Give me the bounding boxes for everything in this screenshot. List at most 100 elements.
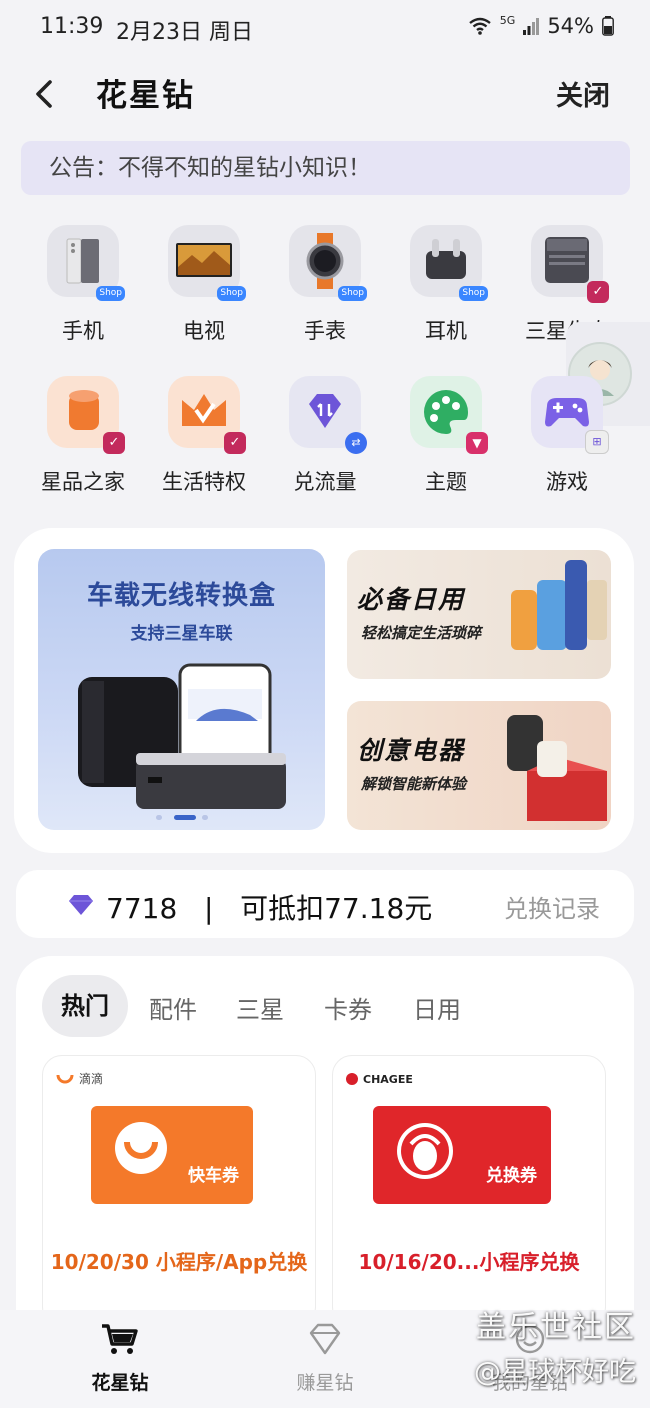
- category-watch[interactable]: Shop 手表: [270, 225, 380, 355]
- nav-item-earn[interactable]: 赚星钻: [255, 1322, 395, 1395]
- theme-badge-icon: ▼: [466, 432, 488, 454]
- brand-chagee: CHAGEE: [345, 1072, 413, 1086]
- status-time: 11:39: [40, 14, 104, 39]
- coupon-didi: 快车券: [91, 1106, 253, 1204]
- phone-icon: Shop: [47, 225, 125, 301]
- category-tv[interactable]: Shop 电视: [149, 225, 259, 355]
- watermark-community: 盖乐世社区: [476, 1310, 636, 1345]
- home-icon: ✓: [47, 376, 125, 454]
- banner-daily-use[interactable]: 必备日用 轻松搞定生活琐碎: [347, 550, 611, 679]
- tv-icon: Shop: [168, 225, 246, 301]
- appliances-image: [507, 715, 607, 821]
- didi-coupon-icon: [115, 1122, 167, 1174]
- category-label: 手机: [62, 319, 104, 343]
- announcement-bar[interactable]: 公告：不得不知的星钻小知识！: [21, 141, 630, 195]
- signal-icon: 5G: [499, 13, 516, 27]
- category-label: 游戏: [546, 470, 588, 494]
- product-price: 10/16/20...小程序兑换: [358, 1250, 580, 1274]
- status-date: 2月23日 周日: [116, 20, 253, 45]
- back-arrow-icon[interactable]: [28, 72, 64, 116]
- status-icons: 5G 54%: [468, 14, 614, 38]
- crown-icon: ✓: [168, 376, 246, 454]
- watermark-user: @星球杯好吃: [474, 1357, 636, 1388]
- carousel-dot: [202, 815, 208, 820]
- cart-icon: [102, 1324, 138, 1354]
- category-game[interactable]: ⊞ 游戏: [512, 376, 622, 506]
- tab-samsung[interactable]: 三星: [236, 990, 284, 1025]
- category-earbuds[interactable]: Shop 耳机: [391, 225, 501, 355]
- daily-products-image: [511, 560, 607, 650]
- didi-logo-icon: [56, 1074, 74, 1083]
- carousel-dot-active: [174, 815, 196, 820]
- category-label: 星品之家: [41, 470, 125, 494]
- shop-badge: Shop: [96, 286, 125, 301]
- shop-badge: Shop: [217, 286, 246, 301]
- exchange-record-link[interactable]: 兑换记录: [504, 889, 600, 924]
- brand-name: CHAGEE: [363, 1072, 413, 1086]
- brand-didi: 滴滴: [55, 1070, 103, 1087]
- points-summary: 7718 | 可抵扣77.18元: [106, 887, 432, 927]
- points-deduct: 可抵扣77.18元: [240, 892, 433, 925]
- heart-badge-icon: ✓: [224, 432, 246, 454]
- banner-car-box[interactable]: 车载无线转换盒 支持三星车联: [38, 549, 325, 830]
- ecosystem-icon: ✓: [531, 225, 609, 303]
- nav-label: 赚星钻: [296, 1372, 354, 1394]
- tab-hot[interactable]: 热门: [42, 975, 128, 1037]
- banner-side-title: 必备日用: [357, 585, 466, 614]
- watch-icon: Shop: [289, 225, 367, 301]
- coupon-label: 兑换券: [486, 1166, 537, 1186]
- opera-face-icon: [397, 1123, 453, 1179]
- carousel-dot: [156, 815, 162, 820]
- close-button[interactable]: 关闭: [556, 74, 610, 113]
- category-life-privilege[interactable]: ✓ 生活特权: [149, 376, 259, 506]
- product-price: 10/20/30 小程序/App兑换: [50, 1250, 308, 1274]
- heart-badge-icon: ✓: [103, 432, 125, 454]
- category-label: 兑流量: [293, 470, 357, 494]
- category-label: 生活特权: [162, 470, 246, 494]
- banner-side-subtitle: 解锁智能新体验: [361, 775, 467, 793]
- tab-accessories[interactable]: 配件: [149, 990, 197, 1025]
- battery-icon: [602, 16, 614, 36]
- gamepad-icon: ⊞: [531, 376, 609, 454]
- category-phone[interactable]: Shop 手机: [28, 225, 138, 355]
- tab-daily[interactable]: 日用: [413, 990, 461, 1025]
- wifi-icon: [469, 17, 491, 35]
- brand-name: 滴滴: [79, 1072, 104, 1086]
- coupon-chagee: 兑换券: [373, 1106, 551, 1204]
- palette-icon: ▼: [410, 376, 488, 454]
- nav-item-home[interactable]: 花星钻: [50, 1322, 190, 1395]
- category-data-exchange[interactable]: ⇄ 兑流量: [270, 376, 380, 506]
- chagee-logo-icon: [346, 1073, 358, 1085]
- category-home[interactable]: ✓ 星品之家: [28, 376, 138, 506]
- category-theme[interactable]: ▼ 主题: [391, 376, 501, 506]
- banner-main-subtitle: 支持三星车联: [130, 624, 233, 644]
- category-label: 手表: [304, 319, 346, 343]
- category-label: 电视: [183, 319, 225, 343]
- earbuds-icon: Shop: [410, 225, 488, 301]
- battery-text: 54%: [547, 14, 594, 38]
- page-title: 花星钻: [96, 78, 195, 114]
- diamond-outline-icon: [309, 1323, 341, 1355]
- banner-main-title: 车载无线转换盒: [86, 581, 276, 611]
- product-card-chagee[interactable]: CHAGEE 兑换券 10/16/20...小程序兑换: [332, 1055, 606, 1327]
- data-gem-icon: ⇄: [289, 376, 367, 454]
- nav-label: 花星钻: [91, 1372, 149, 1394]
- diamond-icon: [69, 895, 93, 915]
- category-label: 主题: [425, 470, 467, 494]
- cell-signal-icon: [523, 18, 540, 35]
- exchange-badge-icon: ⇄: [345, 432, 367, 454]
- points-value: 7718: [106, 892, 178, 925]
- tab-vouchers[interactable]: 卡券: [324, 990, 372, 1025]
- heart-badge-icon: ✓: [587, 281, 609, 303]
- banner-appliances[interactable]: 创意电器 解锁智能新体验: [347, 701, 611, 830]
- coupon-label: 快车券: [188, 1166, 239, 1186]
- banner-side-subtitle: 轻松搞定生活琐碎: [361, 624, 482, 642]
- shop-badge: Shop: [338, 286, 367, 301]
- product-card-didi[interactable]: 滴滴 快车券 10/20/30 小程序/App兑换: [42, 1055, 316, 1327]
- points-separator: |: [203, 892, 214, 925]
- car-box-product-image: [78, 663, 286, 809]
- shop-badge: Shop: [459, 286, 488, 301]
- game-badge-icon: ⊞: [585, 430, 609, 454]
- banner-side-title: 创意电器: [357, 736, 466, 765]
- category-label: 耳机: [425, 319, 467, 343]
